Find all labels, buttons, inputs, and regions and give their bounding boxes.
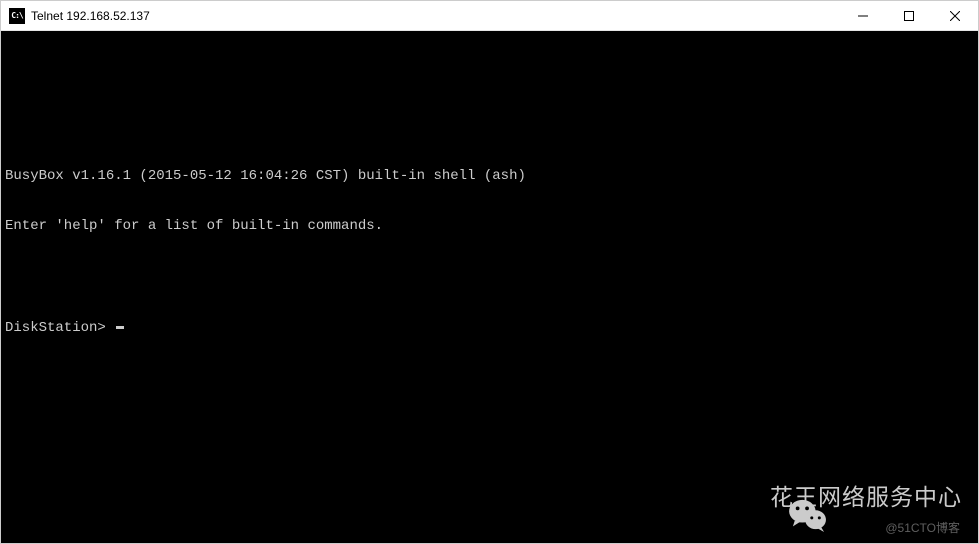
telnet-window: C:\ Telnet 192.168.52.137 BusyBox v1.16.… [0, 0, 979, 544]
watermark-subtext: @51CTO博客 [885, 521, 960, 535]
window-controls [840, 1, 978, 30]
maximize-button[interactable] [886, 1, 932, 30]
prompt-line: DiskStation> [5, 320, 974, 337]
watermark-logo: 花王网络服务中心 [722, 481, 962, 515]
terminal-line [5, 269, 974, 286]
close-button[interactable] [932, 1, 978, 30]
terminal-line [5, 117, 974, 134]
titlebar[interactable]: C:\ Telnet 192.168.52.137 [1, 1, 978, 31]
prompt-text: DiskStation> [5, 320, 114, 337]
cmd-icon: C:\ [9, 8, 25, 24]
window-title: Telnet 192.168.52.137 [31, 9, 840, 23]
terminal-line [5, 67, 974, 84]
terminal-line: BusyBox v1.16.1 (2015-05-12 16:04:26 CST… [5, 168, 974, 185]
wechat-icon [722, 481, 760, 515]
cursor [116, 326, 124, 329]
terminal-area[interactable]: BusyBox v1.16.1 (2015-05-12 16:04:26 CST… [1, 31, 978, 543]
minimize-button[interactable] [840, 1, 886, 30]
terminal-line: Enter 'help' for a list of built-in comm… [5, 218, 974, 235]
